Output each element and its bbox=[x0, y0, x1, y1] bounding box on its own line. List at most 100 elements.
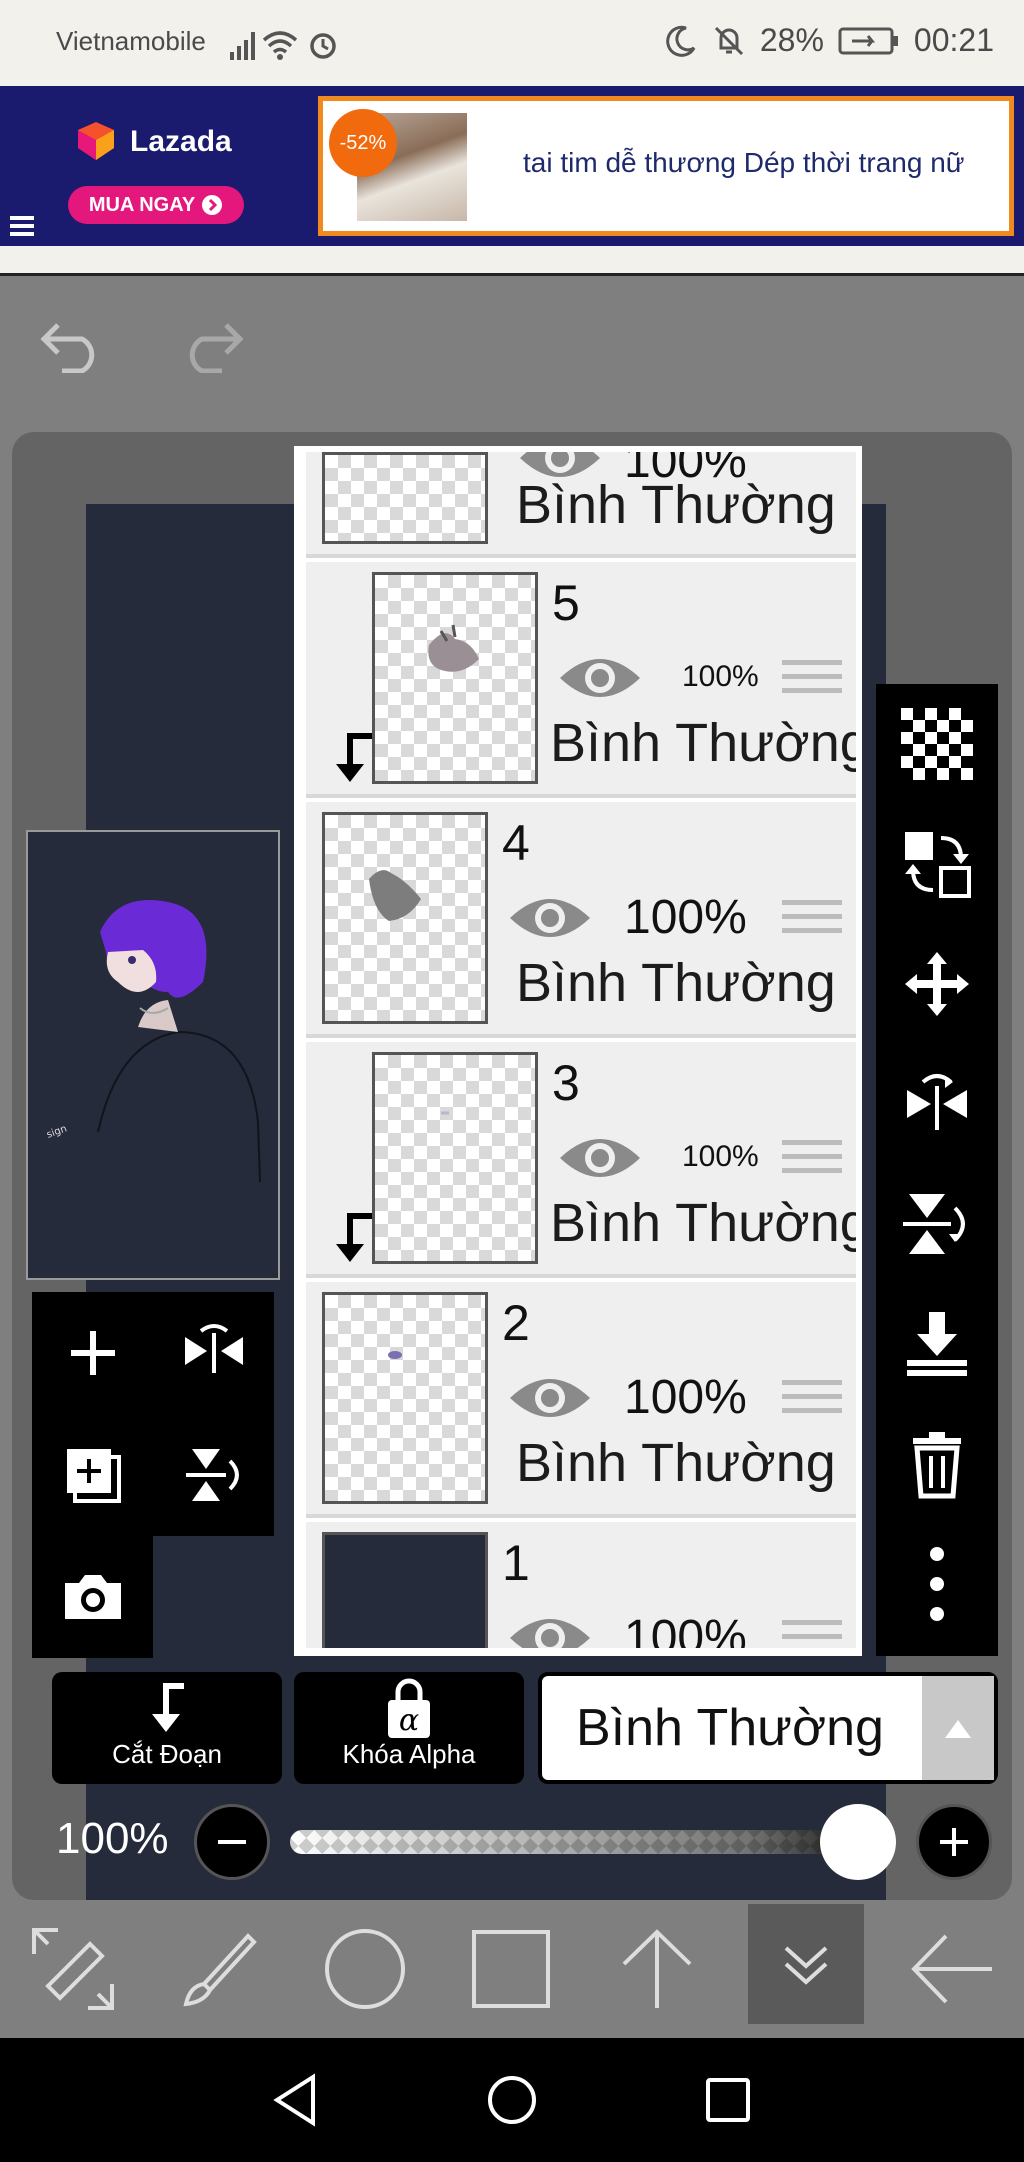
visibility-eye-icon[interactable] bbox=[506, 888, 594, 948]
arrow-up-icon bbox=[622, 1929, 692, 2008]
opacity-slider-knob[interactable] bbox=[820, 1804, 896, 1880]
ad-menu-icon[interactable] bbox=[10, 216, 34, 240]
transform-tool-button[interactable] bbox=[0, 1900, 146, 2038]
back-icon bbox=[273, 2073, 315, 2127]
visibility-eye-icon[interactable] bbox=[506, 1368, 594, 1428]
clipping-button[interactable]: Cắt Đoạn bbox=[52, 1672, 282, 1784]
upload-button[interactable] bbox=[584, 1900, 730, 2038]
flip-vertical-icon bbox=[903, 1194, 965, 1254]
camera-button[interactable] bbox=[32, 1536, 153, 1658]
battery-percent: 28% bbox=[759, 22, 824, 58]
opacity-decrease-button[interactable] bbox=[194, 1804, 270, 1880]
clipping-arrow-icon bbox=[336, 1213, 372, 1262]
layer-thumbnail bbox=[372, 1052, 538, 1264]
opacity-increase-button[interactable] bbox=[916, 1804, 992, 1880]
visibility-eye-icon[interactable] bbox=[556, 648, 644, 708]
mute-icon bbox=[714, 26, 743, 55]
nav-recents-button[interactable] bbox=[668, 2038, 788, 2162]
drag-handle-icon[interactable] bbox=[782, 1140, 842, 1182]
clipping-icon bbox=[152, 1683, 184, 1732]
move-button[interactable] bbox=[876, 924, 998, 1044]
triangle-up-icon bbox=[945, 1720, 971, 1738]
layer-row[interactable]: 2 100% Bình Thường bbox=[306, 1282, 856, 1518]
flip-vertical-button[interactable] bbox=[153, 1414, 274, 1536]
flip-horizontal-button[interactable] bbox=[153, 1292, 274, 1414]
trash-icon bbox=[913, 1432, 961, 1499]
layer-row[interactable]: 1 100% bbox=[306, 1522, 856, 1648]
swap-layers-icon bbox=[905, 832, 971, 898]
visibility-eye-icon[interactable] bbox=[556, 1128, 644, 1188]
transform-tool-icon bbox=[32, 1928, 114, 2010]
layer-thumbnail bbox=[322, 1292, 488, 1504]
back-arrow-button[interactable] bbox=[878, 1900, 1024, 2038]
undo-icon[interactable] bbox=[38, 319, 106, 373]
rectangle-tool-button[interactable] bbox=[438, 1900, 584, 2038]
clipping-arrow-icon bbox=[336, 733, 372, 782]
transparent-fill-button[interactable] bbox=[876, 684, 998, 804]
swap-layer-button[interactable] bbox=[876, 804, 998, 924]
discount-badge: -52% bbox=[329, 109, 397, 177]
alpha-lock-button[interactable]: α Khóa Alpha bbox=[294, 1672, 524, 1784]
layer-number: 4 bbox=[502, 815, 530, 871]
layer-opacity: 100% bbox=[682, 660, 759, 693]
layer-thumbnail bbox=[372, 572, 538, 784]
ad-separator bbox=[0, 246, 1024, 276]
arrow-left-icon bbox=[911, 1934, 992, 2004]
brush-icon bbox=[183, 1933, 257, 2007]
delete-layer-button[interactable] bbox=[876, 1404, 998, 1524]
ad-product-card[interactable]: -52% tai tim dễ thương Dép thời trang nữ bbox=[318, 96, 1014, 236]
layer-row[interactable]: 5 100% Bình Thường bbox=[306, 562, 856, 798]
layer-row[interactable]: 4 100% Bình Thường bbox=[306, 802, 856, 1038]
canvas-preview[interactable]: sign bbox=[26, 830, 280, 1280]
ellipse-tool-button[interactable] bbox=[292, 1900, 438, 2038]
blend-mode-value: Bình Thường bbox=[576, 1699, 884, 1757]
artwork-thumbnail: sign bbox=[45, 900, 261, 1183]
layer-list[interactable]: 100% Bình Thường 5 100% Bình Thường 4 10… bbox=[294, 446, 862, 1656]
drag-handle-icon[interactable] bbox=[782, 900, 842, 942]
merge-down-icon bbox=[907, 1312, 967, 1376]
blend-mode-select[interactable]: Bình Thường bbox=[538, 1672, 998, 1784]
brush-tool-button[interactable] bbox=[146, 1900, 292, 2038]
alpha-lock-label: Khóa Alpha bbox=[342, 1739, 476, 1769]
collapse-button[interactable] bbox=[748, 1904, 864, 2024]
layer-opacity: 100% bbox=[624, 1611, 747, 1648]
left-tools bbox=[32, 1292, 274, 1658]
blend-mode-dropdown[interactable] bbox=[922, 1676, 994, 1780]
layer-row[interactable]: 3 100% Bình Thường bbox=[306, 1042, 856, 1278]
flip-horizontal-button[interactable] bbox=[876, 1044, 998, 1164]
nav-home-button[interactable] bbox=[452, 2038, 572, 2162]
duplicate-layer-icon bbox=[66, 1449, 121, 1503]
layer-number: 2 bbox=[502, 1295, 530, 1351]
ad-cta-button[interactable]: MUA NGAY bbox=[68, 186, 244, 224]
ad-banner[interactable]: Lazada MUA NGAY -52% tai tim dễ thương D… bbox=[0, 86, 1024, 246]
svg-text:sign: sign bbox=[45, 1123, 68, 1140]
more-options-button[interactable] bbox=[876, 1524, 998, 1644]
flip-vertical-icon bbox=[185, 1449, 239, 1501]
carrier-name: Vietnamobile bbox=[56, 26, 206, 56]
visibility-eye-icon[interactable] bbox=[506, 1608, 594, 1648]
redo-icon[interactable] bbox=[178, 319, 246, 373]
drag-handle-icon[interactable] bbox=[782, 1380, 842, 1422]
nav-back-button[interactable] bbox=[236, 2038, 356, 2162]
layer-4-content bbox=[369, 870, 421, 921]
camera-icon bbox=[64, 1575, 121, 1619]
opacity-slider[interactable] bbox=[290, 1830, 864, 1854]
moon-icon bbox=[666, 25, 696, 57]
top-toolbar bbox=[0, 279, 1024, 399]
duplicate-layer-button[interactable] bbox=[32, 1414, 153, 1536]
lock-alpha-icon: α bbox=[388, 1678, 430, 1738]
recents-icon bbox=[706, 2078, 750, 2122]
layer-thumbnail bbox=[322, 812, 488, 1024]
layer-blend-mode: Bình Thường bbox=[516, 953, 836, 1013]
layer-row[interactable]: 100% Bình Thường bbox=[306, 452, 856, 558]
layer-thumbnail bbox=[322, 1532, 488, 1648]
layer-3-content bbox=[441, 1111, 449, 1115]
flip-vertical-button[interactable] bbox=[876, 1164, 998, 1284]
bottom-toolbar bbox=[0, 1900, 1024, 2038]
drag-handle-icon[interactable] bbox=[782, 660, 842, 702]
more-vertical-icon bbox=[930, 1547, 944, 1621]
add-layer-button[interactable] bbox=[32, 1292, 153, 1414]
merge-down-button[interactable] bbox=[876, 1284, 998, 1404]
layer-number: 3 bbox=[552, 1055, 580, 1111]
drag-handle-icon[interactable] bbox=[782, 1620, 842, 1648]
